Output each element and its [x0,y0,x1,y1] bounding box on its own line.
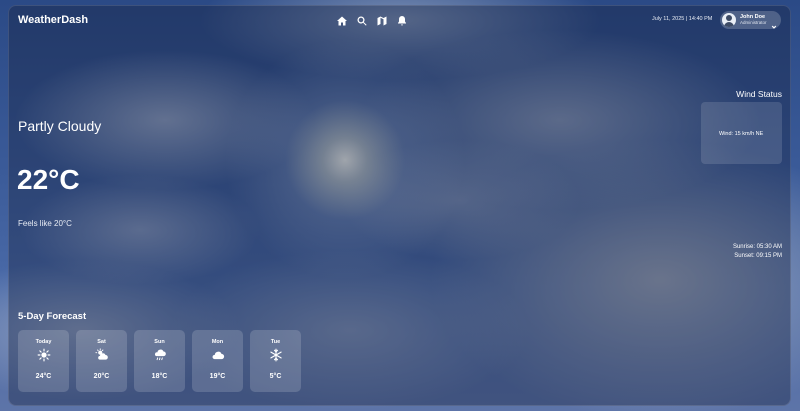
forecast-day-sun[interactable]: Sun 18°C [134,330,185,392]
forecast-day-mon[interactable]: Mon 19°C [192,330,243,392]
forecast-temp: 5°C [269,373,282,380]
wind-status-title: Wind Status [736,89,782,99]
feels-like: Feels like 20°C [18,219,72,228]
avatar [722,13,736,27]
wind-value: Wind: 15 km/h NE [719,131,764,137]
wind-status-card: Wind: 15 km/h NE [701,102,782,164]
map-icon[interactable] [376,14,388,26]
top-nav [336,14,408,26]
sun-times: Sunrise: 05:30 AM Sunset: 09:15 PM [733,243,782,262]
current-temperature: 22°C [17,164,80,195]
forecast-temp: 18°C [151,373,168,380]
current-datetime: July 11, 2025 | 14:40 PM [652,16,713,22]
current-condition: Partly Cloudy [18,118,102,134]
sun-icon [37,348,51,362]
home-icon[interactable] [336,14,348,26]
user-menu[interactable]: John Doe Administrator [720,11,781,29]
forecast-temp: 19°C [209,373,226,380]
rain-cloud-icon [153,348,167,362]
search-icon[interactable] [356,14,368,26]
forecast-day-label: Tue [270,339,281,345]
forecast-day-tue[interactable]: Tue 5°C [250,330,301,392]
chevron-down-icon[interactable] [771,17,777,29]
bell-icon[interactable] [396,14,408,26]
cloud-icon [211,348,225,362]
forecast-day-label: Mon [211,339,224,345]
forecast-day-sat[interactable]: Sat 20°C [76,330,127,392]
forecast-temp: 24°C [35,373,52,380]
sunrise-time: Sunrise: 05:30 AM [732,244,782,250]
forecast-title: 5-Day Forecast [18,311,87,322]
snowflake-icon [269,348,283,362]
forecast-day-label: Sat [97,339,106,345]
sunset-time: Sunset: 09:15 PM [734,253,782,260]
forecast-day-today[interactable]: Today 24°C [18,330,69,392]
forecast-temp: 20°C [93,373,110,380]
partly-cloudy-icon [94,348,109,362]
forecast-day-label: Sun [154,339,165,345]
forecast-list: Today 24°C Sat 20°C Sun 18°C Mon 19°C Tu… [18,330,301,392]
brand-logo[interactable]: WeatherDash [18,14,88,26]
forecast-day-label: Today [35,339,52,345]
user-role: Administrator [740,20,767,25]
